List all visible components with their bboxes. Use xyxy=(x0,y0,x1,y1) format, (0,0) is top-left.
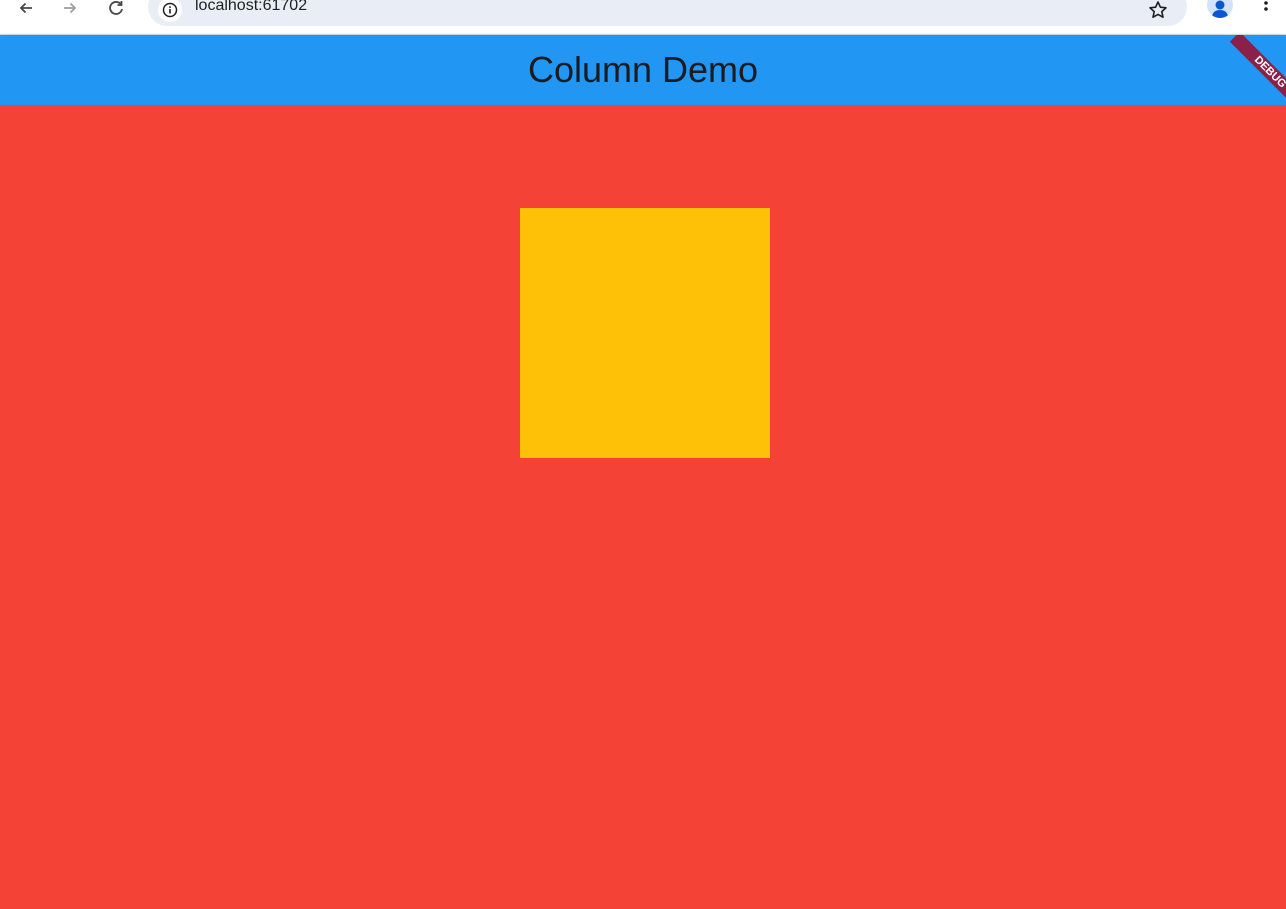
yellow-square xyxy=(520,208,770,458)
person-icon xyxy=(1212,0,1228,18)
forward-button[interactable] xyxy=(58,0,82,16)
body-area xyxy=(0,105,1286,909)
info-icon xyxy=(162,2,178,18)
browser-toolbar: localhost:61702 xyxy=(0,0,1286,35)
star-icon xyxy=(1149,1,1167,18)
app-bar: Column Demo xyxy=(0,35,1286,105)
bookmark-button[interactable] xyxy=(1146,0,1170,22)
reload-icon xyxy=(109,1,123,15)
kebab-menu-icon xyxy=(1264,1,1268,11)
address-bar[interactable]: localhost:61702 xyxy=(148,0,1187,26)
back-button[interactable] xyxy=(14,0,38,16)
debug-banner-label: DEBUG xyxy=(1229,35,1286,105)
arrow-left-icon xyxy=(19,2,32,14)
arrow-right-icon xyxy=(64,2,77,14)
page-title: Column Demo xyxy=(527,49,759,90)
profile-button[interactable] xyxy=(1207,0,1233,18)
reload-button[interactable] xyxy=(104,0,128,16)
browser-menu-button[interactable] xyxy=(1258,0,1274,16)
site-info-button[interactable] xyxy=(158,0,182,22)
url-text[interactable]: localhost:61702 xyxy=(195,0,307,14)
debug-banner: DEBUG xyxy=(1216,35,1286,105)
